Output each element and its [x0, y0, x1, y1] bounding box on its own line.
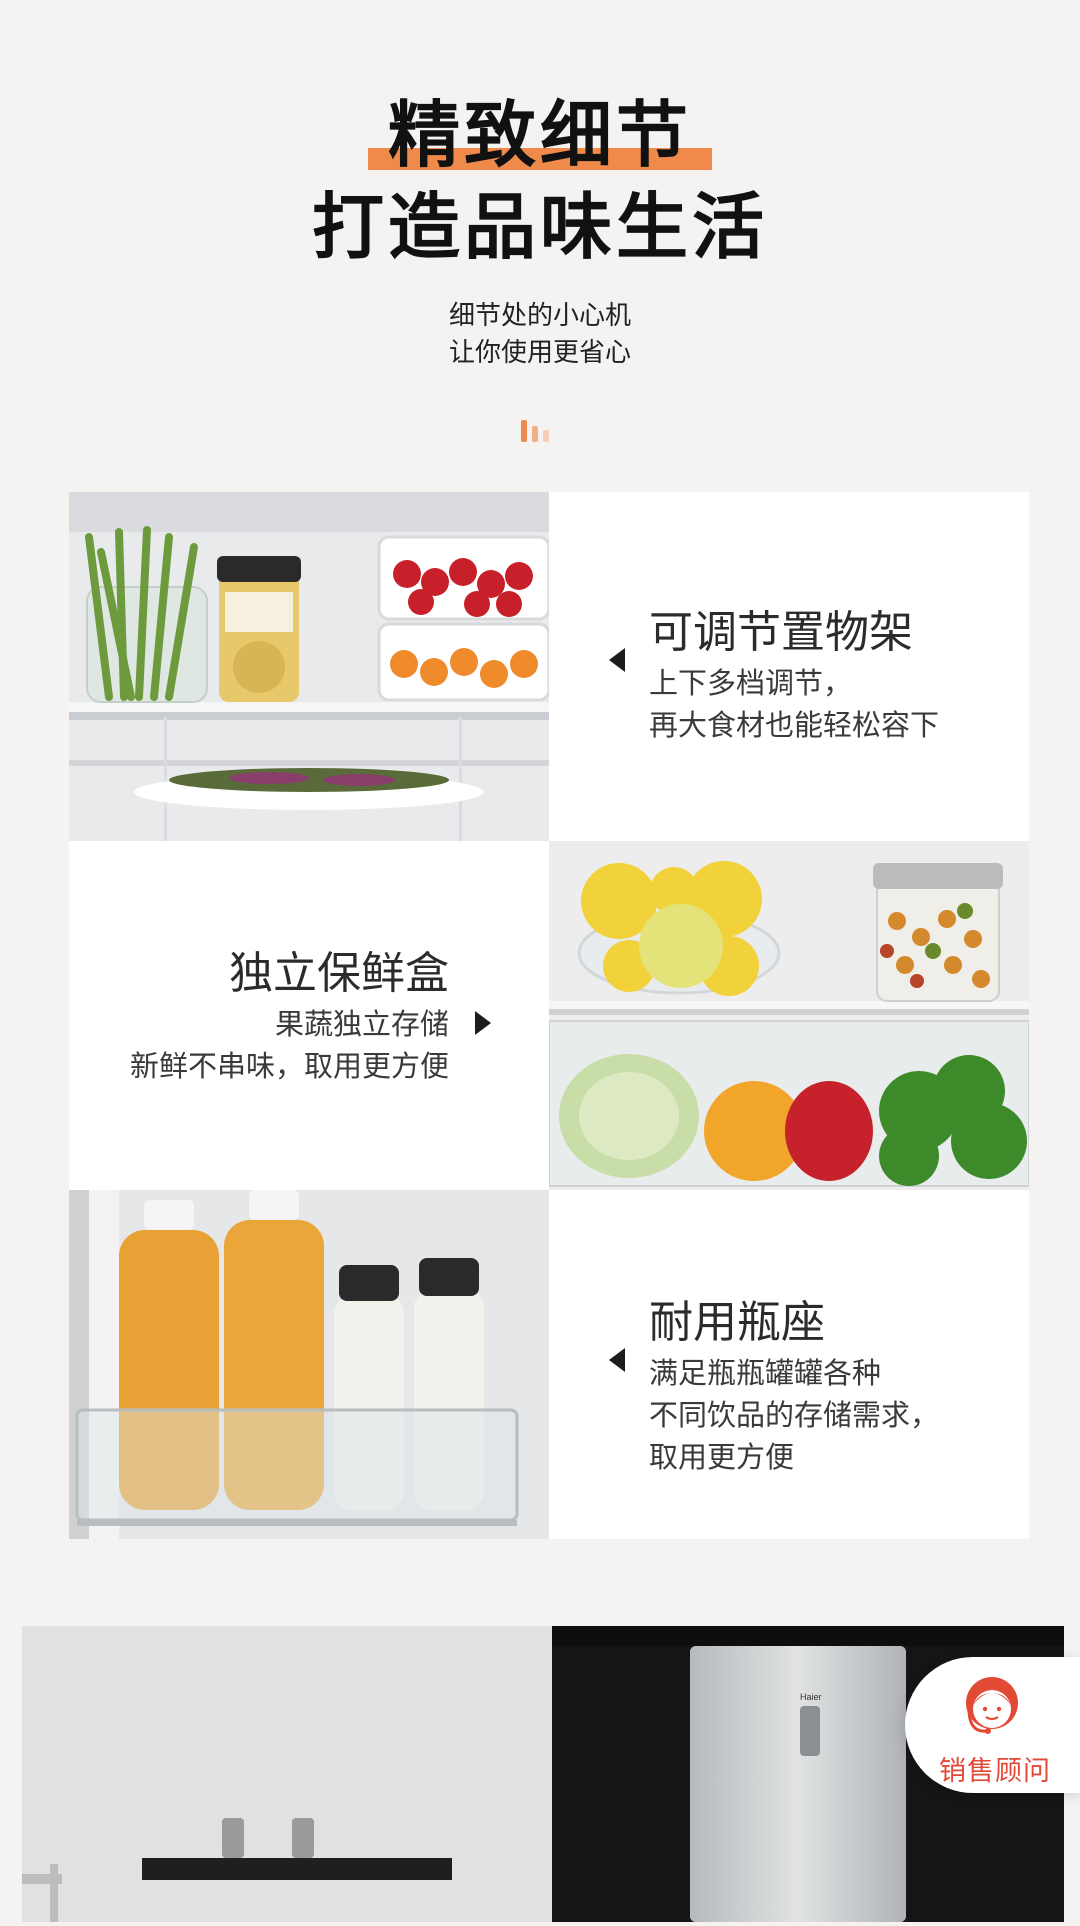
- page-title: 精致细节: [387, 93, 692, 177]
- feature-title: 可调节置物架: [649, 607, 913, 658]
- sales-consultant-label: 销售顾问: [939, 1756, 1051, 1787]
- feature-row-crisper: 独立保鲜盒 果蔬独立存储 新鲜不串味，取用更方便: [69, 841, 1029, 1190]
- feature-grid: 可调节置物架 上下多档调节， 再大食材也能轻松容下 独立保鲜盒 果蔬独立存储 新…: [69, 492, 1029, 1539]
- decor-bar: [532, 426, 538, 442]
- shelf-text: 可调节置物架 上下多档调节， 再大食材也能轻松容下: [649, 604, 939, 746]
- page-title-line-2: 打造品味生活: [311, 185, 768, 269]
- feature-desc-line: 果蔬独立存储: [274, 1007, 449, 1041]
- subtitle-line-1: 细节处的小心机: [448, 301, 631, 331]
- shelf-illustration: [69, 492, 549, 841]
- feature-desc-line: 不同饮品的存储需求，: [649, 1398, 940, 1432]
- arrow-right-icon: [475, 1011, 491, 1035]
- crisper-text-panel: 独立保鲜盒 果蔬独立存储 新鲜不串味，取用更方便: [69, 841, 549, 1190]
- arrow-left-icon: [609, 648, 625, 672]
- product-banner: Haier: [22, 1626, 1064, 1922]
- header-section: 精致细节 打造品味生活 细节处的小心机 让你使用更省心: [0, 0, 1080, 480]
- title-line-1-wrap: 精致细节: [367, 92, 712, 178]
- subtitle-line-2: 让你使用更省心: [448, 338, 631, 368]
- feature-row-shelf: 可调节置物架 上下多档调节， 再大食材也能轻松容下: [69, 492, 1029, 841]
- feature-desc-line: 满足瓶瓶罐罐各种: [649, 1356, 882, 1390]
- feature-title: 耐用瓶座: [649, 1297, 825, 1348]
- decor-bar: [521, 420, 527, 442]
- bottle-text: 耐用瓶座 满足瓶瓶罐罐各种 不同饮品的存储需求， 取用更方便: [649, 1294, 939, 1478]
- feature-desc-line: 再大食材也能轻松容下: [649, 708, 940, 742]
- shelf-text-panel: 可调节置物架 上下多档调节， 再大食材也能轻松容下: [549, 492, 1029, 841]
- fridge-illustration: Haier: [22, 1626, 1064, 1922]
- title-block: 精致细节 打造品味生活: [0, 92, 1080, 270]
- shelf-image: [69, 492, 549, 841]
- brand-logo: Haier: [800, 1692, 822, 1702]
- crisper-illustration: [549, 841, 1029, 1190]
- feature-desc-line: 新鲜不串味，取用更方便: [129, 1049, 449, 1083]
- bottle-illustration: [69, 1190, 549, 1539]
- crisper-image: [549, 841, 1029, 1190]
- sales-consultant-button[interactable]: 销售顾问: [905, 1657, 1080, 1793]
- feature-row-bottle: 耐用瓶座 满足瓶瓶罐罐各种 不同饮品的存储需求， 取用更方便: [69, 1190, 1029, 1539]
- bottle-image: [69, 1190, 549, 1539]
- bottle-text-panel: 耐用瓶座 满足瓶瓶罐罐各种 不同饮品的存储需求， 取用更方便: [549, 1190, 1029, 1539]
- decor-bar: [543, 430, 549, 442]
- subtitle: 细节处的小心机 让你使用更省心: [0, 298, 1080, 372]
- feature-desc-line: 取用更方便: [649, 1440, 795, 1474]
- arrow-left-icon: [609, 1348, 625, 1372]
- feature-desc-line: 上下多档调节，: [649, 666, 853, 700]
- customer-service-icon: [966, 1677, 1018, 1734]
- crisper-text: 独立保鲜盒 果蔬独立存储 新鲜不串味，取用更方便: [130, 945, 449, 1087]
- feature-title: 独立保鲜盒: [229, 948, 449, 999]
